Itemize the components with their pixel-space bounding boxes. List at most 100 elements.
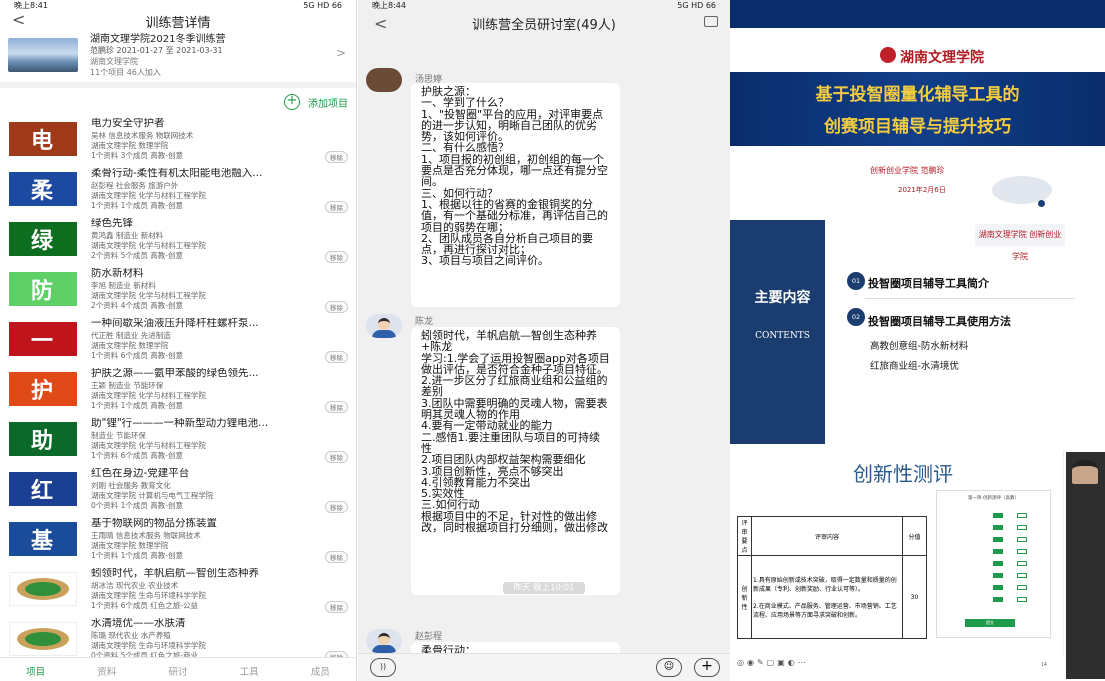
project-stats: 1个资料 1个成员 高教-创意 bbox=[91, 551, 184, 560]
project-name: 红色在身边-党建平台 bbox=[91, 468, 190, 479]
emoji-icon[interactable]: ☺ bbox=[656, 658, 682, 677]
table-cell: 创新性 bbox=[737, 555, 752, 639]
evaluation-slide: 创新性测评 评审要点 评审内容 分值 创新性 1.具有原始创新或技术突破，取得一… bbox=[730, 450, 1105, 681]
project-tags: 陈璐 现代农业 水产养殖 bbox=[91, 631, 171, 640]
slide-canvas: 创新性测评 评审要点 评审内容 分值 创新性 1.具有原始创新或技术突破，取得一… bbox=[730, 450, 1064, 655]
project-school: 湖南文理学院 化学与材料工程学院 bbox=[91, 241, 206, 250]
project-stats: 0个资料 1个成员 高教-创意 bbox=[91, 501, 184, 510]
slide-date: 2021年2月6日 bbox=[898, 186, 946, 194]
project-name: 蚓领时代，羊帆启航—智创生态种养 bbox=[91, 568, 259, 579]
project-name: 护肤之源——氨甲苯酸的绿色领先... bbox=[91, 368, 259, 379]
back-icon[interactable]: < bbox=[374, 14, 387, 33]
criteria-text: 2.在商业模式、产品服务、管理运营、市场营销、工艺流程、应用场景等方面寻求突破和… bbox=[753, 603, 897, 619]
remove-button[interactable]: 移除 bbox=[325, 201, 348, 213]
project-item[interactable]: 电 电力安全守护者吴林 信息技术服务 物联网技术 湖南文理学院 数理学院 1个资料 3… bbox=[0, 116, 356, 166]
camp-card[interactable]: 湖南文理学院2021冬季训练营 范鹏珍 2021-01-27 至 2021-03… bbox=[0, 32, 356, 82]
presenter-video-icon bbox=[1072, 460, 1098, 484]
remove-button[interactable]: 移除 bbox=[325, 251, 348, 263]
remove-button[interactable]: 移除 bbox=[325, 601, 348, 613]
page-number: 14 bbox=[1040, 662, 1047, 668]
project-list: 电电力安全守护者 吴林 信息技术服务 物联网技术 湖南文理学院 数理学院 1个资料 3… bbox=[0, 116, 356, 666]
status-bar: 晚上8:41 5G HD 66 bbox=[0, 0, 356, 10]
more-icon[interactable] bbox=[704, 16, 718, 27]
university-logo-icon bbox=[880, 47, 896, 63]
divider bbox=[865, 298, 1075, 299]
project-stats: 1个资料 6个成员 高教-创意 bbox=[91, 351, 184, 360]
camp-school: 湖南文理学院 bbox=[90, 57, 138, 66]
contents-slide: 主要内容 CONTENTS 湖南文理学院 创新创业学院 01 投智圈项目辅导工具… bbox=[730, 220, 1105, 444]
project-tags: 黄鸿鑫 制造业 新材料 bbox=[91, 231, 164, 240]
bottom-tab-bar: 项目 资料 研讨 工具 成员 bbox=[0, 657, 356, 681]
plus-icon[interactable]: + bbox=[694, 658, 720, 677]
project-tags: 吴林 信息技术服务 物联网技术 bbox=[91, 131, 194, 140]
message-bubble: 护肤之源： 一、学到了什么？ 1、"投智圈"平台的应用，对评审要点的进一步认知，… bbox=[411, 83, 620, 307]
remove-button[interactable]: 移除 bbox=[325, 501, 348, 513]
sender-name: 陈龙 bbox=[415, 317, 434, 327]
chat-header: < 训练营全员研讨室(49人) bbox=[358, 10, 730, 36]
remove-button[interactable]: 移除 bbox=[325, 151, 348, 163]
avatar[interactable] bbox=[366, 314, 402, 338]
project-name: 一种间歇采油液压升降杆柱螺杆泵... bbox=[91, 318, 259, 329]
project-item[interactable]: 一 一种间歇采油液压升降杆柱螺杆泵... 代正胜 制造业 先进制造 湖南文理学院 数理… bbox=[0, 316, 356, 366]
tab-tools[interactable]: 工具 bbox=[214, 658, 285, 681]
project-name: 电力安全守护者 bbox=[91, 118, 165, 129]
decorative-dot bbox=[1038, 200, 1045, 207]
contents-item: 投智圈项目辅导工具简介 bbox=[868, 277, 989, 290]
project-tile: 电 bbox=[9, 122, 77, 156]
tab-discussion[interactable]: 研讨 bbox=[142, 658, 213, 681]
project-item[interactable]: 护 护肤之源——氨甲苯酸的绿色领先... 王颖 制造业 节能环保 湖南文理学院 化学与… bbox=[0, 366, 356, 416]
project-item[interactable]: 防 防水新材料 李旭 制造业 新材料 湖南文理学院 化学与材料工程学院 2个资料 4个成… bbox=[0, 266, 356, 316]
project-stats: 1个资料 3个成员 高教-创意 bbox=[91, 151, 184, 160]
item-number: 01 bbox=[847, 272, 865, 290]
remove-button[interactable]: 移除 bbox=[325, 301, 348, 313]
project-item[interactable]: 柔 柔骨行动-柔性有机太阳能电池融入... 赵彭程 社会服务 旅游户外 湖南文理学院 … bbox=[0, 166, 356, 216]
project-item[interactable]: 助 助"锂"行———一种新型动力锂电池... 制造业 节能环保 湖南文理学院 化学与… bbox=[0, 416, 356, 466]
project-school: 湖南文理学院 化学与材料工程学院 bbox=[91, 391, 206, 400]
camp-stats: 11个项目 46人加入 bbox=[90, 68, 161, 77]
mini-header: 第一项-创新测评（高教） bbox=[967, 496, 1020, 501]
training-camp-details-screen: 晚上8:41 5G HD 66 < 训练营详情 湖南文理学院2021冬季训练营 … bbox=[0, 0, 357, 681]
back-icon[interactable]: < bbox=[12, 10, 25, 29]
contents-subitem: 红旅商业组-水清境优 bbox=[870, 361, 959, 372]
project-name: 基于物联网的物品分拣装置 bbox=[91, 518, 217, 529]
slide-title-line1: 基于投智圈量化辅导工具的 bbox=[815, 85, 1020, 105]
tab-materials[interactable]: 资料 bbox=[71, 658, 142, 681]
project-tile bbox=[9, 622, 77, 656]
project-item[interactable]: 绿 绿色先锋 黄鸿鑫 制造业 新材料 湖南文理学院 化学与材料工程学院 2个资料 5个成… bbox=[0, 216, 356, 266]
project-item[interactable]: 红 红色在身边-党建平台 刘刚 社会服务 教育文化 湖南文理学院 计算机与电气工程学院… bbox=[0, 466, 356, 516]
presentation-controls[interactable]: ◎◉✎▢▣◐⋯ bbox=[737, 658, 809, 667]
college-logo: 湖南文理学院 创新创业学院 bbox=[975, 224, 1065, 261]
status-indicators: 5G HD 66 bbox=[677, 0, 716, 10]
avatar[interactable] bbox=[366, 629, 402, 653]
add-project-label: 添加项目 bbox=[308, 98, 348, 110]
project-stats: 1个资料 6个成员 红色之旅-公益 bbox=[91, 601, 199, 610]
remove-button[interactable]: 移除 bbox=[325, 451, 348, 463]
slide-top-band bbox=[730, 0, 1105, 28]
project-item[interactable]: 基 基于物联网的物品分拣装置 王雨晴 信息技术服务 物联网技术 湖南文理学院 数理学院… bbox=[0, 516, 356, 566]
project-stats: 1个资料 6个成员 高教-创意 bbox=[91, 451, 184, 460]
project-tags: 王雨晴 信息技术服务 物联网技术 bbox=[91, 531, 201, 540]
project-name: 绿色先锋 bbox=[91, 218, 133, 229]
project-school: 湖南文理学院 生命与环境科学学院 bbox=[91, 591, 206, 600]
project-item[interactable]: 蚓领时代，羊帆启航—智创生态种养 胡冰洁 现代农业 农业技术 湖南文理学院 生命与环… bbox=[0, 566, 356, 616]
table-header: 分值 bbox=[902, 516, 927, 556]
university-logo-text: 湖南文理学院 bbox=[900, 50, 984, 66]
voice-icon[interactable]: )) bbox=[370, 658, 396, 677]
project-tags: 胡冰洁 现代农业 农业技术 bbox=[91, 581, 179, 590]
project-tile bbox=[9, 572, 77, 606]
time-separator-label: 昨天 晚上10:01 bbox=[503, 582, 585, 594]
add-project-button[interactable]: + 添加项目 bbox=[0, 82, 356, 116]
project-tags: 李旭 制造业 新材料 bbox=[91, 281, 156, 290]
remove-button[interactable]: 移除 bbox=[325, 551, 348, 563]
project-stats: 1个资料 1个成员 高教-创意 bbox=[91, 401, 184, 410]
submit-button: 提交 bbox=[965, 619, 1015, 627]
project-tile: 绿 bbox=[9, 222, 77, 256]
project-school: 湖南文理学院 数理学院 bbox=[91, 141, 169, 150]
project-school: 湖南文理学院 数理学院 bbox=[91, 341, 169, 350]
sender-name: 赵彭程 bbox=[415, 632, 443, 642]
avatar[interactable] bbox=[366, 68, 402, 92]
tab-projects[interactable]: 项目 bbox=[0, 658, 71, 681]
tab-members[interactable]: 成员 bbox=[285, 658, 356, 681]
remove-button[interactable]: 移除 bbox=[325, 351, 348, 363]
remove-button[interactable]: 移除 bbox=[325, 401, 348, 413]
